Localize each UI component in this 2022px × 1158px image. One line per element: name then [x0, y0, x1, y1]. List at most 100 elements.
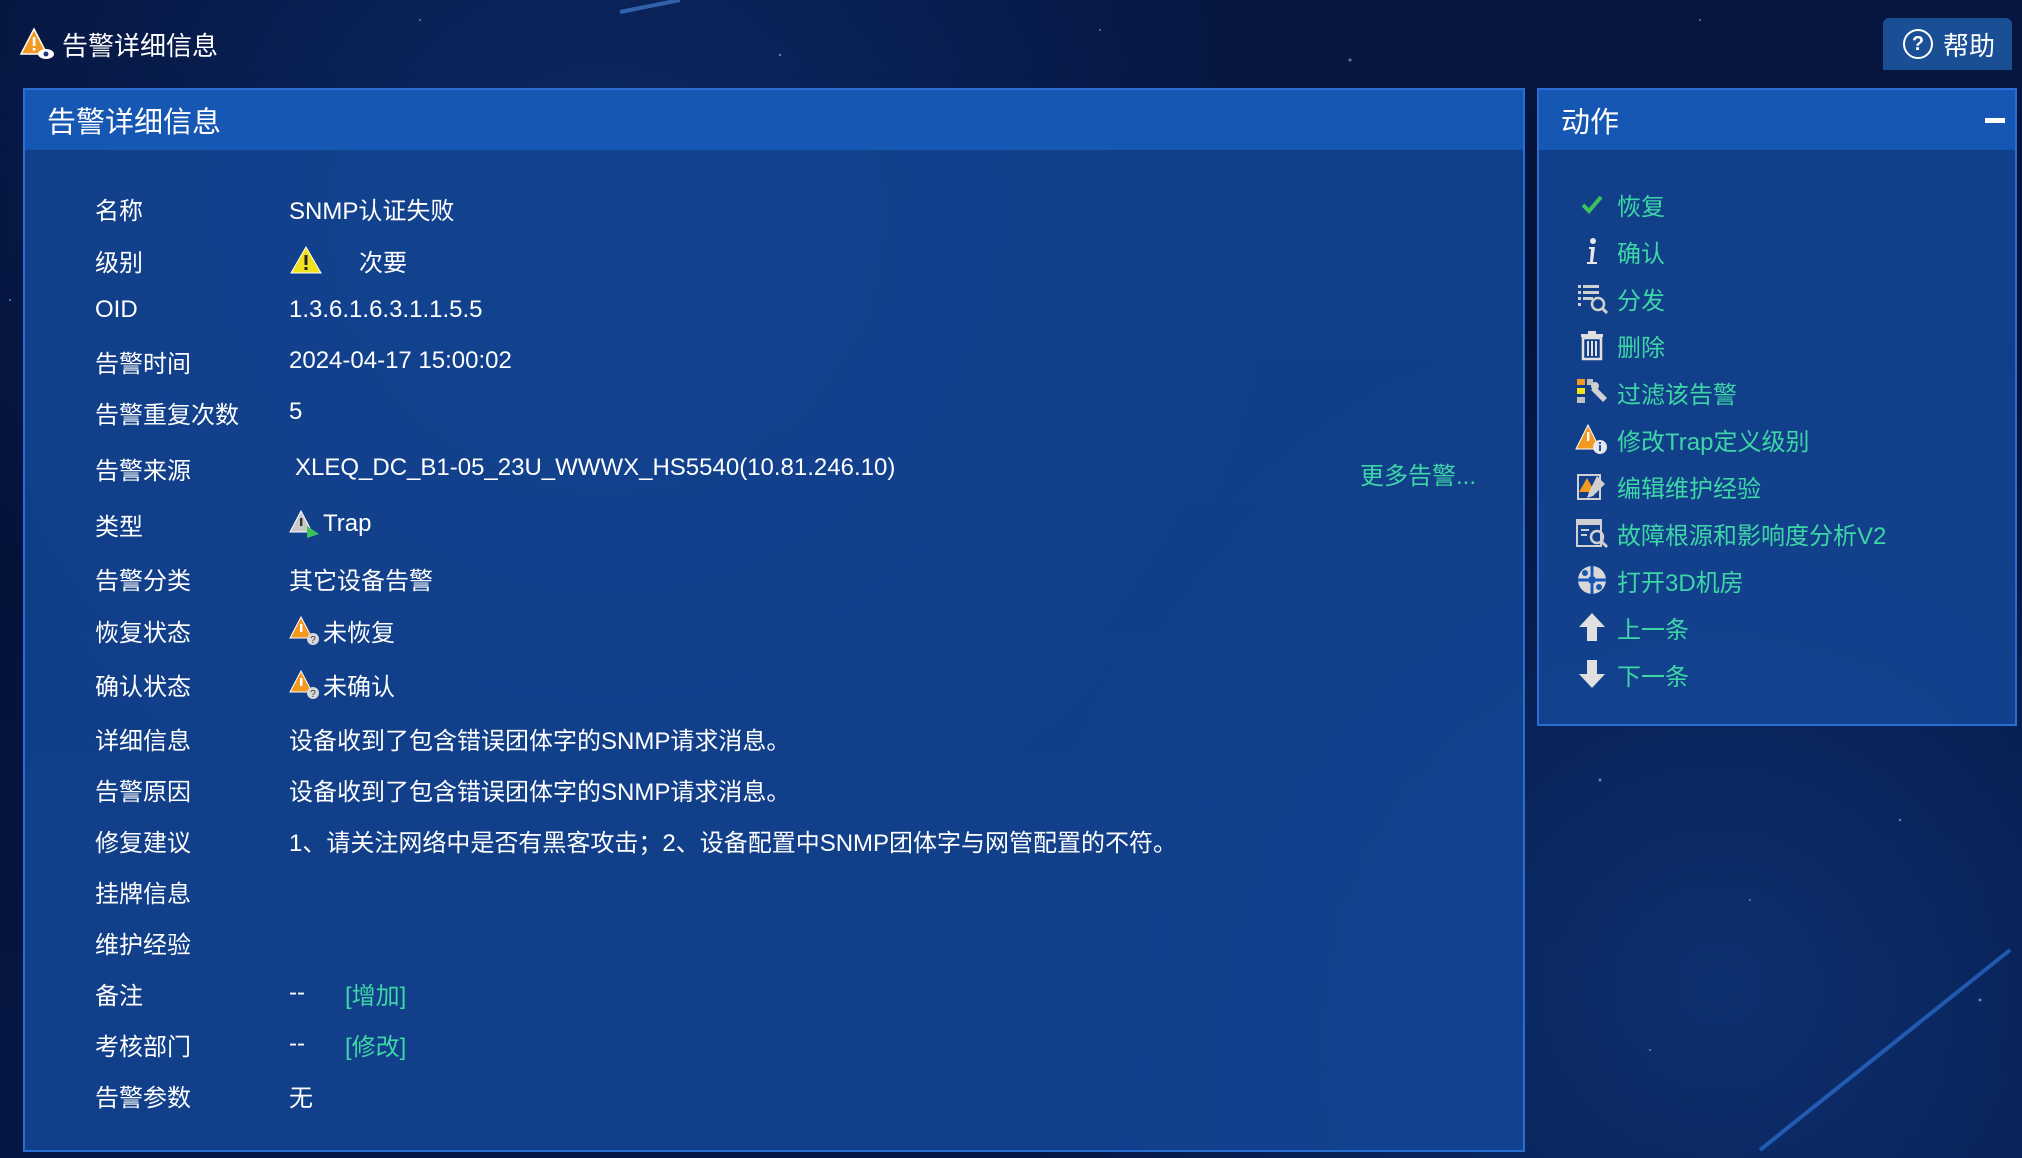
field-label: 告警来源 [95, 457, 191, 485]
action-root-cause-analysis[interactable]: 故障根源和影响度分析V2 [1575, 515, 1886, 551]
field-label: 详细信息 [95, 727, 191, 755]
action-label: 过滤该告警 [1617, 381, 1737, 409]
field-row-alarm-time: 告警时间 2024-04-17 15:00:02 [95, 343, 512, 379]
filter-icon [1575, 375, 1609, 409]
actions-panel-header: 动作 [1539, 90, 2015, 150]
more-alarms-link[interactable]: 更多告警... [1360, 456, 1476, 491]
unrecovered-icon: ? [289, 615, 319, 646]
trash-icon [1575, 328, 1609, 362]
field-label: 告警时间 [95, 350, 191, 378]
field-row-repeat-count: 告警重复次数 5 [95, 394, 302, 430]
severity-label: 次要 [359, 249, 407, 277]
field-row-maintenance-experience: 维护经验 [95, 924, 289, 960]
action-label: 修改Trap定义级别 [1617, 428, 1810, 456]
actions-panel: 动作 恢复 确认 分发 删除 过滤该告警 修改Trap定义级别 编辑维护经验 故… [1537, 88, 2017, 726]
action-label: 恢复 [1617, 193, 1665, 221]
alarm-source-link[interactable]: XLEQ_DC_B1-05_23U_WWWX_HS5540(10.81.246.… [295, 454, 895, 482]
confirm-status-wrap: ? 未确认 [289, 667, 395, 702]
action-edit-maintenance-experience[interactable]: 编辑维护经验 [1575, 468, 1761, 504]
field-value: 设备收到了包含错误团体字的SNMP请求消息。 [289, 778, 791, 806]
trap-type-icon [289, 509, 319, 538]
help-button[interactable]: ? 帮助 [1883, 18, 2012, 70]
alarm-edit-level-icon [1575, 422, 1609, 456]
info-icon [1575, 234, 1609, 268]
field-label: 类型 [95, 513, 143, 541]
action-label: 上一条 [1617, 616, 1689, 644]
root-cause-analysis-icon [1575, 516, 1609, 550]
svg-text:?: ? [310, 689, 316, 700]
add-remark-link[interactable]: [增加] [345, 976, 406, 1011]
field-label: 告警分类 [95, 567, 191, 595]
field-row-confirm-status: 确认状态 ? 未确认 [95, 666, 395, 702]
field-label: 确认状态 [95, 673, 191, 701]
field-label: 考核部门 [95, 1033, 191, 1061]
recovery-status-wrap: ? 未恢复 [289, 613, 395, 648]
field-row-detail: 详细信息 设备收到了包含错误团体字的SNMP请求消息。 [95, 720, 790, 756]
confirm-status-label: 未确认 [323, 673, 395, 701]
field-label: 告警原因 [95, 778, 191, 806]
field-value: SNMP认证失败 [289, 197, 455, 225]
remark-value-wrap: -- [增加] [289, 976, 406, 1011]
action-label: 确认 [1617, 240, 1665, 268]
arrow-down-icon [1575, 657, 1609, 691]
action-label: 删除 [1617, 334, 1665, 362]
action-open-3d-room[interactable]: 打开3D机房 [1575, 562, 1744, 598]
action-filter-alarm[interactable]: 过滤该告警 [1575, 374, 1737, 410]
type-value-wrap: Trap [289, 508, 371, 540]
panel-header: 告警详细信息 [25, 90, 1523, 150]
title-bar: 告警详细信息 [0, 0, 2022, 88]
field-row-name: 名称 SNMP认证失败 [95, 190, 454, 226]
field-label: OID [95, 296, 138, 323]
alarm-detail-panel: 告警详细信息 名称 SNMP认证失败 级别 次要 OID 1.3.6.1.6.3… [23, 88, 1525, 1152]
action-recover[interactable]: 恢复 [1575, 186, 1665, 222]
field-row-alarm-source: 告警来源 XLEQ_DC_B1-05_23U_WWWX_HS5540(10.81… [95, 450, 895, 486]
field-row-recovery-status: 恢复状态 ? 未恢复 [95, 612, 395, 648]
action-confirm[interactable]: 确认 [1575, 233, 1665, 269]
arrow-up-icon [1575, 610, 1609, 644]
help-label: 帮助 [1943, 30, 1996, 61]
unconfirmed-icon: ? [289, 669, 319, 700]
action-label: 故障根源和影响度分析V2 [1617, 522, 1887, 550]
field-label: 名称 [95, 197, 143, 225]
severity-value-wrap: 次要 [289, 243, 407, 278]
field-label: 挂牌信息 [95, 880, 191, 908]
window-title: 告警详细信息 [62, 31, 219, 61]
collapse-button[interactable] [1985, 118, 2005, 123]
action-modify-trap-level[interactable]: 修改Trap定义级别 [1575, 421, 1809, 457]
edit-experience-icon [1575, 469, 1609, 503]
action-next[interactable]: 下一条 [1575, 656, 1689, 692]
recovery-status-label: 未恢复 [323, 619, 395, 647]
action-distribute[interactable]: 分发 [1575, 280, 1665, 316]
field-row-severity: 级别 次要 [95, 242, 407, 278]
action-label: 编辑维护经验 [1617, 475, 1761, 503]
assessment-dept-wrap: -- [修改] [289, 1027, 406, 1062]
field-row-type: 类型 Trap [95, 506, 371, 542]
type-label: Trap [323, 510, 372, 537]
field-row-cause: 告警原因 设备收到了包含错误团体字的SNMP请求消息。 [95, 771, 790, 807]
field-value: 5 [289, 398, 303, 425]
field-label: 级别 [95, 249, 143, 277]
3d-room-icon [1575, 563, 1609, 597]
field-value: 无 [289, 1084, 313, 1112]
field-row-alarm-params: 告警参数 无 [95, 1077, 313, 1113]
action-previous[interactable]: 上一条 [1575, 609, 1689, 645]
warning-triangle-icon [290, 245, 322, 274]
distribute-icon [1575, 281, 1609, 315]
action-label: 打开3D机房 [1617, 569, 1744, 597]
modify-dept-link[interactable]: [修改] [345, 1027, 406, 1062]
field-value: 1、请关注网络中是否有黑客攻击；2、设备配置中SNMP团体字与网管配置的不符。 [289, 829, 1178, 857]
help-icon: ? [1903, 29, 1933, 59]
field-row-oid: OID 1.3.6.1.6.3.1.1.5.5 [95, 292, 483, 328]
field-row-category: 告警分类 其它设备告警 [95, 560, 433, 596]
panel-title: 告警详细信息 [47, 107, 222, 139]
assessment-dept-value: -- [289, 1030, 305, 1057]
remark-value: -- [289, 979, 305, 1006]
alarm-view-icon [20, 27, 54, 59]
field-label: 告警参数 [95, 1084, 191, 1112]
field-value: 设备收到了包含错误团体字的SNMP请求消息。 [289, 727, 791, 755]
actions-panel-title: 动作 [1561, 107, 1620, 139]
check-icon [1575, 187, 1609, 221]
action-delete[interactable]: 删除 [1575, 327, 1665, 363]
field-value: 1.3.6.1.6.3.1.1.5.5 [289, 296, 483, 323]
svg-text:?: ? [310, 635, 316, 646]
